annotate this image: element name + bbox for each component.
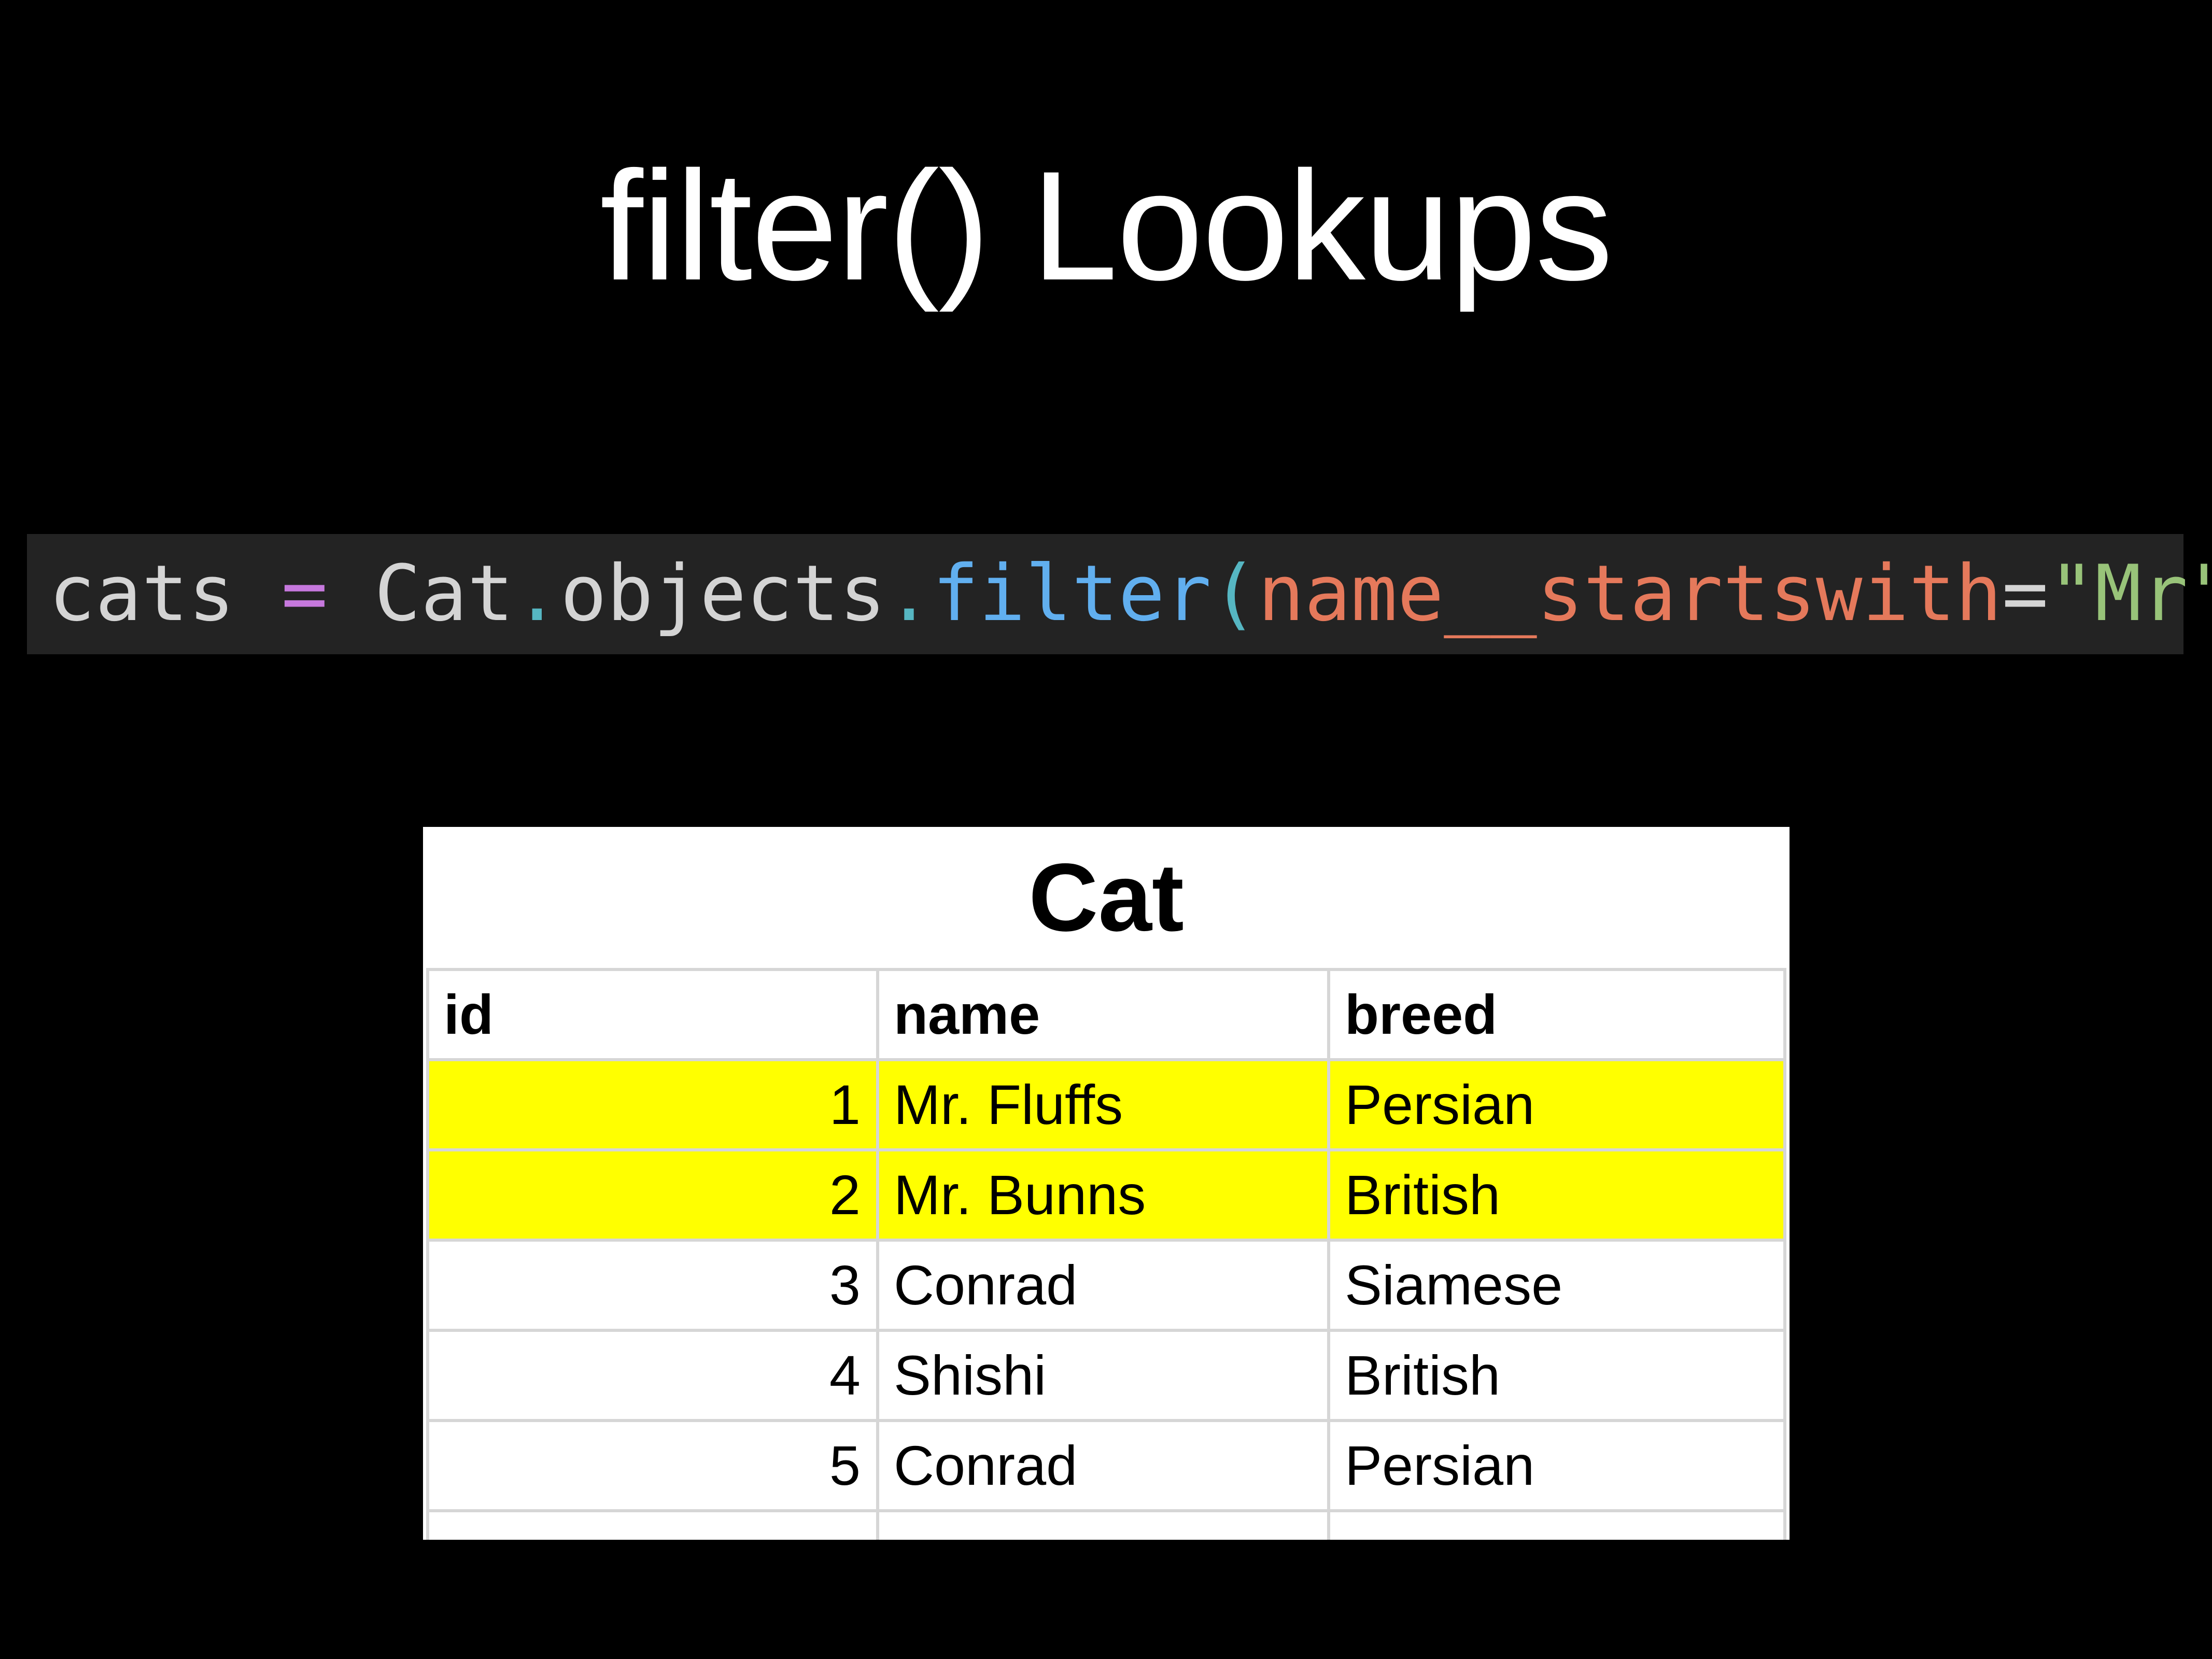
cat-table: id name breed 1 Mr. Fluffs Persian 2 Mr.…	[426, 968, 1786, 1540]
table-caption: Cat	[1028, 843, 1184, 951]
cell-id: 4	[426, 1329, 879, 1422]
table-row: 5 Conrad Persian	[426, 1419, 1786, 1512]
column-header-breed: breed	[1327, 968, 1786, 1061]
column-header-id: id	[426, 968, 879, 1061]
cat-table-card: Cat id name breed 1 Mr. Fluffs Persian 2…	[423, 827, 1790, 1540]
column-header-name: name	[876, 968, 1330, 1061]
cell-breed: British	[1327, 1148, 1786, 1242]
cell-breed: Persian	[1327, 1058, 1786, 1151]
code-token-method: filter	[932, 549, 1211, 639]
cell-name: Mr. Fluffs	[876, 1058, 1330, 1151]
table-row: 1 Mr. Fluffs Persian	[426, 1058, 1786, 1151]
cell-breed: British	[1327, 1329, 1786, 1422]
cell-name: Conrad	[876, 1239, 1330, 1332]
code-token-equals: =	[2002, 549, 2049, 639]
table-row-partial	[426, 1509, 1786, 1540]
cell-name: Conrad	[876, 1419, 1330, 1512]
cell-id: 5	[426, 1419, 879, 1512]
code-token-paren-open: (	[1211, 549, 1258, 639]
table-row: 2 Mr. Bunns British	[426, 1148, 1786, 1242]
code-snippet: cats = Cat. objects. filter(name__startswi…	[27, 534, 2212, 654]
cell-id: 2	[426, 1148, 879, 1242]
cell-name: Mr. Bunns	[876, 1148, 1330, 1242]
cell-id: 1	[426, 1058, 879, 1151]
code-token-dot: .	[514, 549, 560, 639]
table-row: 4 Shishi British	[426, 1329, 1786, 1422]
code-token-variable: cats	[49, 549, 235, 639]
table-header-row: id name breed	[426, 968, 1786, 1061]
cell-breed: Siamese	[1327, 1239, 1786, 1332]
code-token-model: Cat	[374, 549, 514, 639]
cell-name: Shishi	[876, 1329, 1330, 1422]
code-token-assign: =	[234, 549, 374, 639]
code-token-keyword-arg: name__startswith	[1258, 549, 2002, 639]
cell-id: 3	[426, 1239, 879, 1332]
cell-breed: Persian	[1327, 1419, 1786, 1512]
code-token-string: "Mr"	[2048, 549, 2212, 639]
table-row: 3 Conrad Siamese	[426, 1239, 1786, 1332]
code-token-dot: .	[885, 549, 933, 639]
slide-title: filter() Lookups	[600, 138, 1613, 313]
code-token-manager: objects	[560, 549, 886, 639]
